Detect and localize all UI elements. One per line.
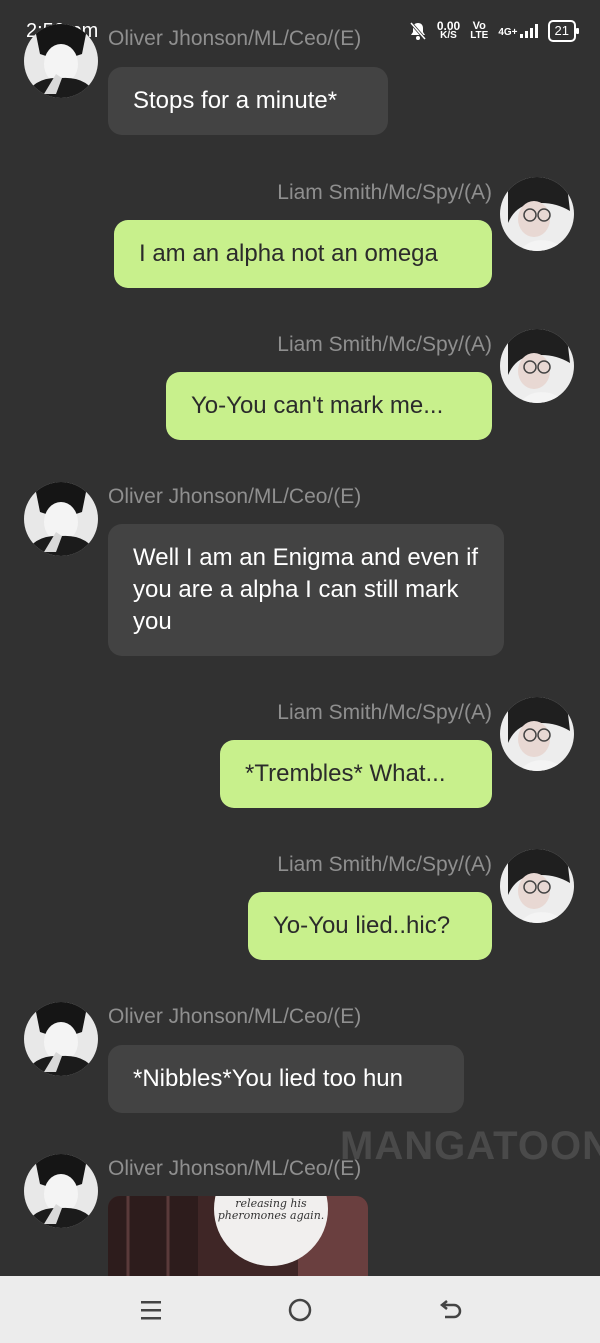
sender-name: Liam Smith/Mc/Spy/(A) bbox=[277, 333, 492, 356]
avatar-liam[interactable] bbox=[500, 697, 574, 771]
sender-name: Liam Smith/Mc/Spy/(A) bbox=[277, 701, 492, 724]
avatar-liam[interactable] bbox=[500, 177, 574, 251]
menu-button[interactable] bbox=[126, 1288, 176, 1332]
message-bubble[interactable]: Yo-You can't mark me... bbox=[166, 372, 492, 440]
menu-icon bbox=[141, 1301, 161, 1320]
message-bubble[interactable]: I am an alpha not an omega bbox=[114, 220, 492, 288]
message-bubble[interactable]: Stops for a minute* bbox=[108, 67, 388, 135]
message-bubble[interactable]: *Nibbles*You lied too hun bbox=[108, 1045, 464, 1113]
avatar-oliver[interactable] bbox=[24, 24, 98, 98]
battery-icon: 21 bbox=[547, 20, 580, 42]
avatar-oliver[interactable] bbox=[24, 1002, 98, 1076]
network-indicator: 4G+ bbox=[498, 24, 538, 38]
volte-indicator: Vo LTE bbox=[470, 20, 489, 41]
back-button[interactable] bbox=[425, 1288, 475, 1332]
message-bubble[interactable]: Well I am an Enigma and even if you are … bbox=[108, 524, 504, 656]
image-message[interactable]: releasing his pheromones again. bbox=[108, 1196, 368, 1278]
navigation-bar bbox=[0, 1276, 600, 1343]
mute-notification-icon bbox=[409, 22, 426, 40]
sender-name: Oliver Jhonson/ML/Ceo/(E) bbox=[108, 485, 362, 508]
status-icons: 0.00 K/S Vo LTE 4G+ 21 bbox=[409, 16, 580, 46]
message-bubble[interactable]: Yo-You lied..hic? bbox=[248, 892, 492, 960]
image-caption: releasing his pheromones again. bbox=[217, 1197, 325, 1222]
net-speed: 0.00 K/S bbox=[436, 19, 461, 41]
watermark: MANGATOON bbox=[340, 1124, 600, 1168]
home-icon bbox=[288, 1298, 312, 1322]
message-bubble[interactable]: *Trembles* What... bbox=[220, 740, 492, 808]
avatar-oliver[interactable] bbox=[24, 482, 98, 556]
sender-name: Oliver Jhonson/ML/Ceo/(E) bbox=[108, 1157, 362, 1180]
signal-icon bbox=[519, 24, 538, 38]
sender-name: Oliver Jhonson/ML/Ceo/(E) bbox=[108, 27, 362, 50]
avatar-liam[interactable] bbox=[500, 849, 574, 923]
avatar-oliver[interactable] bbox=[24, 1154, 98, 1228]
avatar-liam[interactable] bbox=[500, 329, 574, 403]
sender-name: Oliver Jhonson/ML/Ceo/(E) bbox=[108, 1005, 362, 1028]
sender-name: Liam Smith/Mc/Spy/(A) bbox=[277, 853, 492, 876]
home-button[interactable] bbox=[275, 1288, 325, 1332]
sender-name: Liam Smith/Mc/Spy/(A) bbox=[277, 181, 492, 204]
back-icon bbox=[439, 1300, 462, 1319]
